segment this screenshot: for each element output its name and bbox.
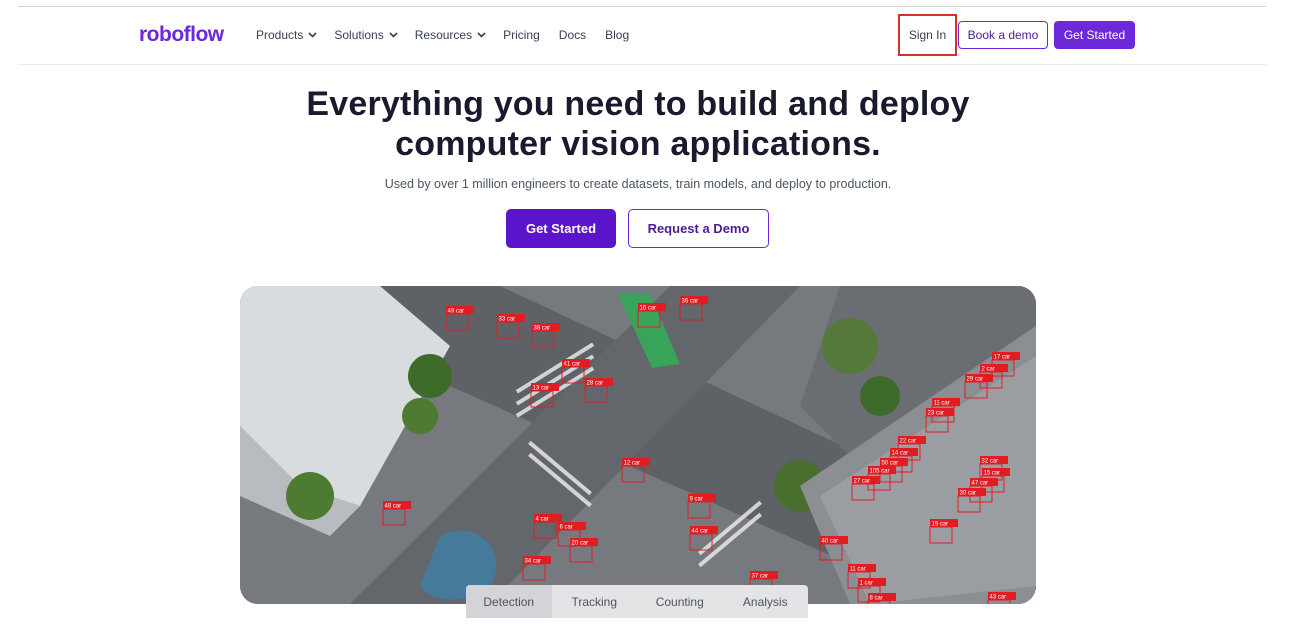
browser-top-divider <box>18 6 1266 7</box>
detection-label: 23 car <box>928 411 945 417</box>
detection-label: 105 car <box>870 469 890 475</box>
book-demo-label: Book a demo <box>967 28 1039 42</box>
detection-label: 27 car <box>854 479 871 485</box>
menu-solutions-label: Solutions <box>334 28 384 42</box>
video-mode-tabs: Detection Tracking Counting Analysis <box>466 585 808 618</box>
sign-in-label: Sign In <box>908 28 947 42</box>
detection-label: 48 car <box>385 504 402 510</box>
nav-get-started-button[interactable]: Get Started <box>1054 21 1135 49</box>
hero-subtitle: Used by over 1 million engineers to crea… <box>384 177 892 191</box>
detection-label: 22 car <box>900 439 917 445</box>
logo-text: roboflow <box>139 23 224 46</box>
detection-label: 50 car <box>882 461 899 467</box>
request-demo-button[interactable]: Request a Demo <box>628 209 769 248</box>
menu-docs[interactable]: Docs <box>559 28 586 42</box>
hero-title-line-2: computer vision applications. <box>395 125 881 163</box>
tab-detection[interactable]: Detection <box>466 585 552 618</box>
menu-resources[interactable]: Resources <box>415 28 486 42</box>
detection-label: 9 car <box>690 497 703 503</box>
book-demo-button[interactable]: Book a demo <box>958 21 1048 49</box>
detection-label: 36 car <box>682 299 699 305</box>
hero-title: Everything you need to build and deploy … <box>0 84 1276 164</box>
detection-label: 6 car <box>560 525 573 531</box>
top-navigation: roboflow Products Solutions Resources Pr… <box>0 14 1296 56</box>
detection-label: 44 car <box>692 529 709 535</box>
hero-title-line-1: Everything you need to build and deploy <box>306 85 970 123</box>
chevron-down-icon <box>389 32 398 38</box>
tab-counting-label: Counting <box>655 594 704 609</box>
detection-label: 17 car <box>994 355 1011 361</box>
menu-products[interactable]: Products <box>256 28 317 42</box>
menu-docs-label: Docs <box>558 28 587 42</box>
tab-tracking[interactable]: Tracking <box>552 585 638 618</box>
chevron-down-icon <box>477 32 486 38</box>
roboflow-logo[interactable]: roboflow <box>139 23 224 47</box>
detection-label: 28 car <box>587 381 604 387</box>
detection-label: 37 car <box>752 574 769 580</box>
aerial-intersection-scene: 49 car 33 car 38 car 16 car 36 car 41 car 13 c… <box>240 286 1036 604</box>
detection-label: 40 car <box>822 539 839 545</box>
detection-label: 16 car <box>640 306 657 312</box>
chevron-down-icon <box>308 32 317 38</box>
detection-label: 11 car <box>850 567 866 573</box>
menu-products-label: Products <box>256 28 304 42</box>
tab-analysis[interactable]: Analysis <box>723 585 809 618</box>
detection-label: 8 car <box>870 596 883 602</box>
detection-label: 34 car <box>525 559 542 565</box>
nav-divider <box>18 64 1266 65</box>
detection-label: 14 car <box>892 451 909 457</box>
detection-label: 1 car <box>860 581 873 587</box>
tab-analysis-label: Analysis <box>742 594 788 609</box>
detection-label: 11 car <box>934 401 950 407</box>
get-started-button[interactable]: Get Started <box>506 209 616 248</box>
detection-label: 33 car <box>499 317 516 323</box>
detection-label: 43 car <box>990 595 1007 601</box>
detection-label: 12 car <box>624 461 641 467</box>
detection-label: 13 car <box>533 386 550 392</box>
detection-demo-video[interactable]: 49 car 33 car 38 car 16 car 36 car 41 car 13 c… <box>240 286 1036 604</box>
request-demo-label: Request a Demo <box>647 221 750 236</box>
main-menu: Products Solutions Resources Pricing Doc… <box>256 28 648 42</box>
menu-pricing-label: Pricing <box>503 28 540 42</box>
nav-get-started-label: Get Started <box>1063 28 1126 42</box>
detection-label: 49 car <box>448 309 465 315</box>
detection-label: 15 car <box>984 471 1001 477</box>
detection-label: 20 car <box>572 541 589 547</box>
menu-blog-label: Blog <box>605 28 630 42</box>
detection-label: 2 car <box>982 367 995 373</box>
menu-pricing[interactable]: Pricing <box>503 28 540 42</box>
detection-label: 41 car <box>564 362 581 368</box>
menu-blog[interactable]: Blog <box>605 28 629 42</box>
detection-label: 19 car <box>932 522 949 528</box>
menu-solutions[interactable]: Solutions <box>334 28 398 42</box>
tab-detection-label: Detection <box>483 594 535 609</box>
detection-label: 30 car <box>960 491 977 497</box>
detection-label: 38 car <box>534 326 551 332</box>
tab-tracking-label: Tracking <box>571 594 618 609</box>
get-started-label: Get Started <box>525 221 597 236</box>
detection-label: 47 car <box>972 481 989 487</box>
detection-label: 4 car <box>536 517 549 523</box>
detection-label: 29 car <box>967 377 984 383</box>
detection-label: 32 car <box>982 459 999 465</box>
menu-resources-label: Resources <box>414 28 473 42</box>
sign-in-link[interactable]: Sign In <box>898 14 957 56</box>
tab-counting[interactable]: Counting <box>637 585 723 618</box>
